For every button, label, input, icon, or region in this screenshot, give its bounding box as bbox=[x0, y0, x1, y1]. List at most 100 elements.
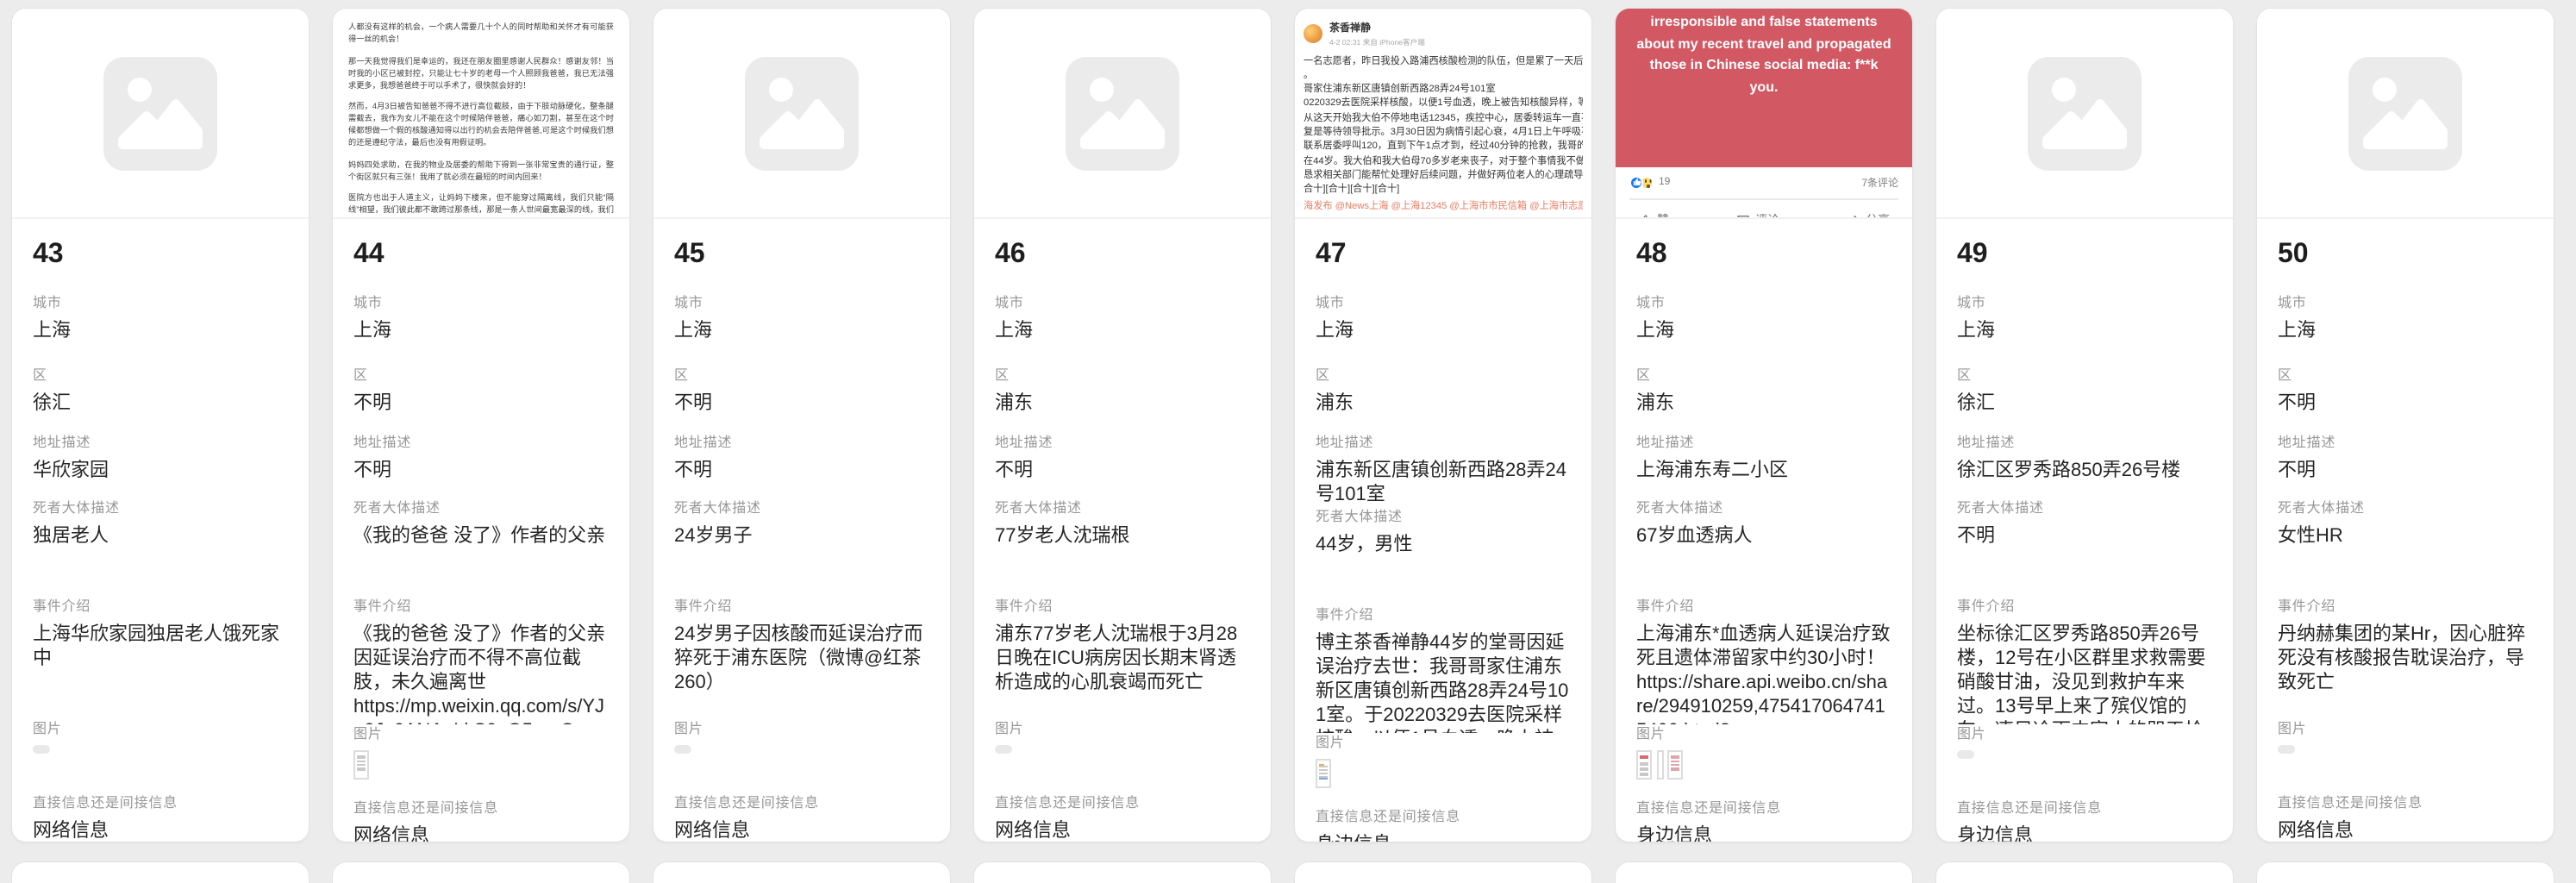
next-row-card[interactable] bbox=[1616, 862, 1912, 883]
field-label: 事件介绍 bbox=[353, 597, 609, 616]
field-value: 丹纳赫集团的某Hr，因心脏猝死没有核酸报告耽误治疗，导致死亡 bbox=[2278, 623, 2533, 695]
image-thumbnail bbox=[33, 745, 50, 753]
field-label: 图片 bbox=[2278, 719, 2533, 738]
field-city: 城市上海 bbox=[1957, 293, 2212, 366]
reaction-count: 19 bbox=[1659, 177, 1670, 187]
field-label: 城市 bbox=[1636, 293, 1891, 312]
field-label: 城市 bbox=[995, 293, 1250, 312]
field-label: 城市 bbox=[2278, 293, 2533, 312]
field-value: 不明 bbox=[353, 391, 609, 416]
field-label: 死者大体描述 bbox=[353, 498, 609, 517]
field-label: 区 bbox=[33, 366, 288, 385]
action-label: 评论 bbox=[1755, 212, 1779, 219]
field-city: 城市上海 bbox=[33, 293, 288, 366]
next-row-card[interactable] bbox=[653, 862, 950, 883]
case-card-43[interactable]: 43城市上海区徐汇地址描述华欣家园死者大体描述独居老人事件介绍上海华欣家园独居老… bbox=[12, 9, 309, 842]
field-label: 区 bbox=[674, 366, 929, 385]
like-button[interactable]: 赞 bbox=[1638, 212, 1669, 219]
field-label: 城市 bbox=[1316, 293, 1571, 312]
image-thumbnails bbox=[353, 750, 609, 780]
image-placeholder-icon bbox=[103, 56, 217, 170]
field-value: 网络信息 bbox=[2278, 819, 2533, 842]
case-card-44[interactable]: 人都没有这样的机会，一个病人需要几十个人的同时帮助和关怀才有可能获得一丝的机会！… bbox=[333, 9, 629, 842]
field-value: 不明 bbox=[674, 459, 929, 483]
weibo-mentions: 海发布 @News上海 @上海12345 @上海市市民信箱 @上海市志愿者协会 bbox=[1304, 201, 1583, 216]
field-value: 独居老人 bbox=[33, 524, 288, 548]
field-district: 区徐汇 bbox=[33, 366, 288, 433]
field-label: 事件介绍 bbox=[33, 597, 288, 616]
next-row-card[interactable] bbox=[333, 862, 629, 883]
field-city: 城市上海 bbox=[674, 293, 929, 366]
field-address: 地址描述不明 bbox=[2278, 433, 2533, 498]
field-image: 图片 bbox=[1316, 733, 1571, 807]
field-value: 网络信息 bbox=[995, 819, 1250, 842]
facebook-post-preview: irresponsible and false statements about… bbox=[1616, 9, 1912, 219]
case-number: 45 bbox=[674, 240, 929, 271]
field-deceased: 死者大体描述24岁男子 bbox=[674, 498, 929, 597]
image-thumbnails bbox=[1957, 750, 2212, 758]
field-city: 城市上海 bbox=[1636, 293, 1891, 366]
image-thumbnails bbox=[1636, 750, 1891, 780]
field-label: 城市 bbox=[33, 293, 288, 312]
case-card-45[interactable]: 45城市上海区不明地址描述不明死者大体描述24岁男子事件介绍24岁男子因核酸而延… bbox=[653, 9, 950, 842]
action-label: 分享 bbox=[1866, 212, 1890, 219]
field-label: 事件介绍 bbox=[1636, 597, 1891, 616]
image-thumbnail bbox=[1656, 750, 1663, 780]
image-placeholder-icon bbox=[1066, 56, 1179, 170]
field-value: 上海华欣家园独居老人饿死家中 bbox=[33, 623, 288, 671]
card-body: 50城市上海区不明地址描述不明死者大体描述女性HR事件介绍丹纳赫集团的某Hr，因… bbox=[2257, 219, 2554, 842]
case-card-47[interactable]: 茶香禅静4-2 02:31 来自 iPhone客户端一名志愿者，昨日我投入路浦西… bbox=[1295, 9, 1591, 842]
next-row-card[interactable] bbox=[2257, 862, 2554, 883]
field-label: 地址描述 bbox=[1957, 433, 2212, 452]
image-thumbnails bbox=[2278, 745, 2533, 753]
weibo-text-line: 复是等待领导批示。3月30日因为病情引起心衰，4月1日上午呼吸不畅， bbox=[1304, 126, 1583, 141]
field-value: 网络信息 bbox=[33, 819, 288, 842]
field-image: 图片 bbox=[674, 719, 929, 793]
next-row-card[interactable] bbox=[974, 862, 1271, 883]
case-card-50[interactable]: 50城市上海区不明地址描述不明死者大体描述女性HR事件介绍丹纳赫集团的某Hr，因… bbox=[2257, 9, 2554, 842]
field-label: 事件介绍 bbox=[1316, 605, 1571, 624]
card-body: 49城市上海区徐汇地址描述徐汇区罗秀路850弄26号楼死者大体描述不明事件介绍坐… bbox=[1936, 219, 2233, 842]
field-district: 区浦东 bbox=[1316, 366, 1571, 433]
card-cover-placeholder bbox=[12, 9, 309, 219]
field-city: 城市上海 bbox=[1316, 293, 1571, 366]
field-label: 区 bbox=[1316, 366, 1571, 385]
field-label: 直接信息还是间接信息 bbox=[1636, 798, 1891, 817]
field-label: 地址描述 bbox=[33, 433, 288, 452]
share-button[interactable]: 分享 bbox=[1847, 212, 1890, 219]
field-value: 徐汇 bbox=[33, 391, 288, 416]
field-value: 徐汇 bbox=[1957, 391, 2212, 416]
field-value: 不明 bbox=[2278, 391, 2533, 416]
card-cover-placeholder bbox=[974, 9, 1271, 219]
field-value: 身边信息 bbox=[1957, 824, 2212, 842]
field-deceased: 死者大体描述44岁，男性 bbox=[1316, 507, 1571, 605]
next-row-card[interactable] bbox=[1936, 862, 2233, 883]
next-row-card[interactable] bbox=[1295, 862, 1591, 883]
field-value: 身边信息 bbox=[1316, 833, 1571, 842]
case-card-46[interactable]: 46城市上海区浦东地址描述不明死者大体描述77岁老人沈瑞根事件介绍浦东77岁老人… bbox=[974, 9, 1271, 842]
weibo-text-line: 恳求相关部门能帮忙处理好后续问题，并做好两位老人的心理疏导，给予 bbox=[1304, 169, 1583, 184]
image-placeholder-icon bbox=[745, 56, 859, 170]
comment-button[interactable]: 评论 bbox=[1736, 212, 1779, 219]
image-thumbnail bbox=[1316, 759, 1331, 788]
case-card-49[interactable]: 49城市上海区徐汇地址描述徐汇区罗秀路850弄26号楼死者大体描述不明事件介绍坐… bbox=[1936, 9, 2233, 842]
field-label: 直接信息还是间接信息 bbox=[1316, 807, 1571, 826]
comments-count-link[interactable]: 7条评论 bbox=[1861, 174, 1898, 190]
field-label: 事件介绍 bbox=[1957, 597, 2212, 616]
field-event: 事件介绍坐标徐汇区罗秀路850弄26号楼，12号在小区群里求救需要硝酸甘油，没见… bbox=[1957, 597, 2212, 724]
field-deceased: 死者大体描述67岁血透病人 bbox=[1636, 498, 1891, 597]
field-label: 死者大体描述 bbox=[1957, 498, 2212, 517]
weibo-text-line: 。 bbox=[1304, 69, 1583, 84]
weibo-text-line: 在44岁。我大伯和我大伯母70多岁老来丧子，对于整个事情我不做评价， bbox=[1304, 154, 1583, 169]
case-card-48[interactable]: irresponsible and false statements about… bbox=[1616, 9, 1912, 842]
field-label: 地址描述 bbox=[995, 433, 1250, 452]
field-address: 地址描述不明 bbox=[674, 433, 929, 498]
field-city: 城市上海 bbox=[2278, 293, 2533, 366]
weibo-timestamp: 4-2 02:31 来自 iPhone客户端 bbox=[1329, 37, 1425, 47]
comment-icon bbox=[1736, 214, 1750, 219]
field-district: 区徐汇 bbox=[1957, 366, 2212, 433]
field-value: 网络信息 bbox=[674, 819, 929, 842]
article-preview: 人都没有这样的机会，一个病人需要几十个人的同时帮助和关怀才有可能获得一丝的机会！… bbox=[333, 9, 629, 219]
share-icon bbox=[1847, 214, 1860, 219]
next-row-card[interactable] bbox=[12, 862, 309, 883]
